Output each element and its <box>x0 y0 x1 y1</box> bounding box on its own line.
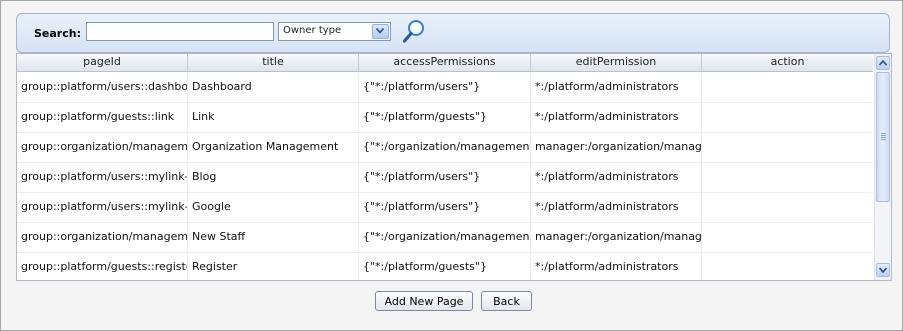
column-header-title[interactable]: title <box>188 54 359 71</box>
cell-pageid: group::platform/users::mylink-google <box>17 192 188 222</box>
cell-title: Register <box>188 252 359 280</box>
pages-table: pageId title accessPermissions editPermi… <box>16 53 892 281</box>
table-body: group::platform/users::dashboard Dashboa… <box>17 72 873 280</box>
cell-action <box>702 222 873 252</box>
table-row: group::platform/users::mylink-blog Blog … <box>17 162 873 193</box>
table-row: group::platform/guests::link Link {"*:/p… <box>17 102 873 133</box>
search-input[interactable] <box>86 22 274 41</box>
cell-title: New Staff <box>188 222 359 252</box>
cell-access-permissions: {"*:/organization/management/executive-b… <box>359 222 531 252</box>
cell-pageid: group::platform/users::mylink-blog <box>17 162 188 192</box>
magnifier-icon[interactable] <box>402 19 426 45</box>
cell-title: Google <box>188 192 359 222</box>
cell-title: Link <box>188 102 359 132</box>
owner-type-select[interactable]: Owner type <box>278 22 391 41</box>
cell-action <box>702 192 873 222</box>
cell-pageid: group::platform/users::dashboard <box>17 72 188 102</box>
cell-action <box>702 162 873 192</box>
search-label: Search: <box>34 27 81 40</box>
add-new-page-button[interactable]: Add New Page <box>375 291 473 311</box>
cell-edit-permission: *:/platform/administrators <box>531 72 702 102</box>
scroll-down-icon[interactable] <box>876 263 890 277</box>
cell-pageid: group::platform/guests::link <box>17 102 188 132</box>
cell-edit-permission: manager:/organization/management/executi… <box>531 132 702 162</box>
column-header-edit-permission[interactable]: editPermission <box>531 54 702 71</box>
cell-title: Dashboard <box>188 72 359 102</box>
cell-title: Organization Management <box>188 132 359 162</box>
cell-title: Blog <box>188 162 359 192</box>
cell-action <box>702 252 873 280</box>
column-header-action[interactable]: action <box>702 54 873 71</box>
cell-edit-permission: *:/platform/administrators <box>531 102 702 132</box>
cell-pageid: group::organization/management/executive… <box>17 132 188 162</box>
cell-access-permissions: {"*:/platform/guests"} <box>359 102 531 132</box>
table-row: group::organization/management/executive… <box>17 222 873 253</box>
column-header-pageid[interactable]: pageId <box>17 54 188 71</box>
cell-access-permissions: {"*:/organization/management/executive-b… <box>359 132 531 162</box>
scrollbar-thumb[interactable] <box>876 72 890 202</box>
cell-edit-permission: *:/platform/administrators <box>531 192 702 222</box>
table-row: group::platform/users::dashboard Dashboa… <box>17 72 873 103</box>
table-row: group::platform/guests::register Registe… <box>17 252 873 280</box>
cell-action <box>702 102 873 132</box>
cell-pageid: group::organization/management/executive… <box>17 222 188 252</box>
cell-action <box>702 132 873 162</box>
table-header: pageId title accessPermissions editPermi… <box>17 54 873 72</box>
owner-type-selected-value: Owner type <box>283 25 342 36</box>
search-bar: Search: Owner type <box>16 13 890 53</box>
cell-pageid: group::platform/guests::register <box>17 252 188 280</box>
cell-edit-permission: manager:/organization/management/executi… <box>531 222 702 252</box>
page-management-panel: Search: Owner type pageId title accessPe… <box>0 0 903 331</box>
table-row: group::platform/users::mylink-google Goo… <box>17 192 873 223</box>
cell-access-permissions: {"*:/platform/guests"} <box>359 252 531 280</box>
cell-action <box>702 72 873 102</box>
table-row: group::organization/management/executive… <box>17 132 873 163</box>
back-button[interactable]: Back <box>481 291 532 311</box>
column-header-access-permissions[interactable]: accessPermissions <box>359 54 531 71</box>
cell-access-permissions: {"*:/platform/users"} <box>359 162 531 192</box>
scroll-up-icon[interactable] <box>876 56 890 70</box>
vertical-scrollbar[interactable] <box>874 54 891 280</box>
cell-access-permissions: {"*:/platform/users"} <box>359 72 531 102</box>
cell-edit-permission: *:/platform/administrators <box>531 162 702 192</box>
cell-edit-permission: *:/platform/administrators <box>531 252 702 280</box>
chevron-down-icon[interactable] <box>372 24 389 39</box>
cell-access-permissions: {"*:/platform/users"} <box>359 192 531 222</box>
